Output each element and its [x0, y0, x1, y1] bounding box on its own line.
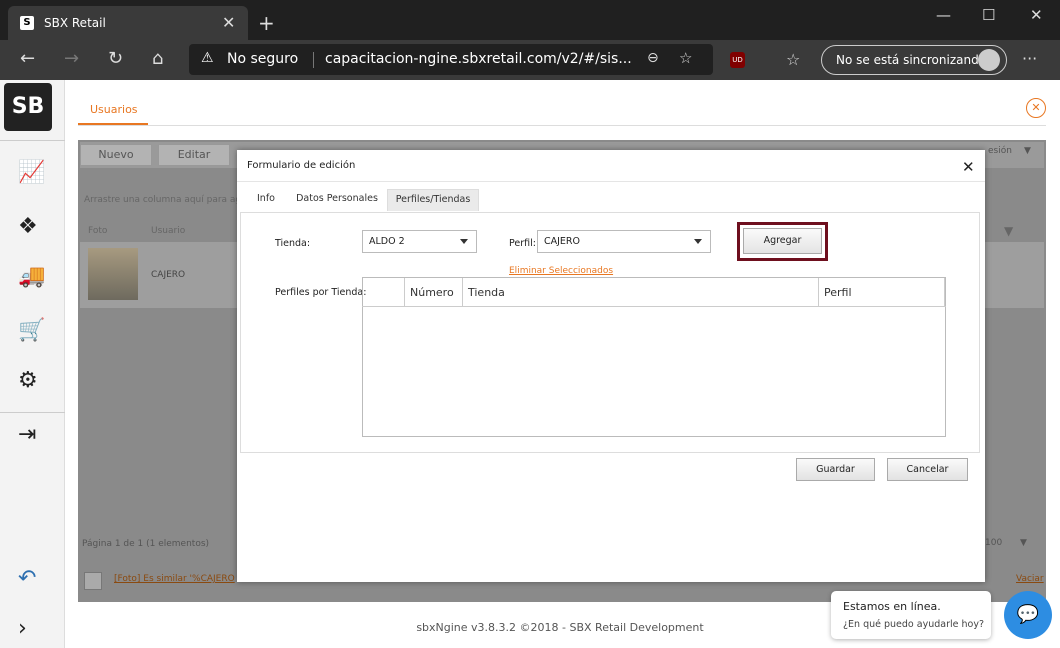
tab-close-icon[interactable]: ✕: [222, 13, 235, 32]
column-divider: [462, 278, 463, 306]
page-size-select[interactable]: 100: [985, 538, 1002, 548]
dialog-title: Formulario de edición: [247, 160, 356, 171]
tab-divider: [78, 125, 1046, 126]
maximize-icon[interactable]: ☐: [982, 6, 995, 24]
cell-usuario: CAJERO: [151, 270, 186, 280]
filter-icon[interactable]: ▼: [1004, 224, 1013, 238]
favorites-icon[interactable]: ☆: [786, 50, 800, 69]
security-label[interactable]: No seguro: [227, 51, 298, 67]
column-header-usuario[interactable]: Usuario: [151, 226, 185, 236]
chat-prompt-text: ¿En qué puedo ayudarle hoy?: [843, 619, 984, 630]
group-drag-hint: Arrastre una columna aquí para agru: [84, 195, 251, 205]
add-favorite-icon[interactable]: ☆: [679, 49, 692, 67]
tab-perfiles-tiendas[interactable]: Perfiles/Tiendas: [387, 189, 479, 211]
browser-navbar: ← → ↻ ⌂ ⚠ No seguro capacitacion-ngine.s…: [0, 40, 1060, 80]
chart-icon[interactable]: 📈: [18, 160, 45, 185]
session-label: esión: [988, 146, 1012, 156]
store-select-value: ALDO 2: [369, 236, 405, 247]
chevron-down-icon: [694, 239, 702, 244]
edit-button[interactable]: Editar: [158, 144, 230, 166]
dialog-close-icon[interactable]: ✕: [962, 158, 975, 176]
sync-profile-button[interactable]: No se está sincronizando: [821, 45, 1007, 75]
sidebar-divider: [0, 412, 65, 413]
new-tab-icon[interactable]: +: [258, 11, 275, 35]
profile-select-value: CAJERO: [544, 236, 581, 247]
profile-select[interactable]: CAJERO: [537, 230, 711, 253]
active-filter-text[interactable]: [Foto] Es similar '%CAJERO: [114, 574, 235, 584]
dialog-divider: [237, 181, 985, 182]
cancel-button[interactable]: Cancelar: [887, 458, 968, 481]
dropbox-icon[interactable]: ❖: [18, 214, 38, 239]
sbx-favicon-icon: S: [20, 16, 34, 30]
sidebar-divider: [0, 140, 65, 141]
add-button[interactable]: Agregar: [743, 228, 822, 254]
tab-datos-personales[interactable]: Datos Personales: [292, 189, 382, 211]
undo-icon[interactable]: ↶: [18, 566, 36, 591]
reload-icon[interactable]: ↻: [108, 48, 123, 69]
column-header-tienda[interactable]: Tienda: [468, 286, 505, 299]
chevron-down-icon[interactable]: ▼: [1020, 538, 1027, 548]
minimize-icon[interactable]: —: [936, 6, 951, 24]
forward-icon[interactable]: →: [64, 48, 79, 69]
filter-checkbox[interactable]: [84, 572, 102, 590]
new-button[interactable]: Nuevo: [80, 144, 152, 166]
remove-selected-link[interactable]: Eliminar Seleccionados: [509, 266, 613, 276]
store-label: Tienda:: [275, 238, 311, 249]
chat-bubble[interactable]: Estamos en línea. ¿En qué puedo ayudarle…: [831, 591, 991, 639]
window-close-icon[interactable]: ✕: [1030, 6, 1043, 24]
profiles-table-label: Perfiles por Tienda:: [275, 287, 367, 298]
profile-label: Perfil:: [509, 238, 536, 249]
logout-icon[interactable]: ⇥: [18, 422, 36, 447]
tab-info[interactable]: Info: [248, 189, 284, 211]
save-button[interactable]: Guardar: [796, 458, 875, 481]
zoom-icon[interactable]: ⊖: [647, 50, 659, 66]
sbx-logo[interactable]: SB: [4, 83, 52, 131]
address-bar[interactable]: ⚠ No seguro capacitacion-ngine.sbxretail…: [189, 44, 713, 75]
column-divider: [404, 278, 405, 306]
column-header-numero[interactable]: Número: [410, 286, 454, 299]
cart-icon[interactable]: 🛒: [18, 318, 45, 343]
browser-tab[interactable]: S SBX Retail ✕: [8, 6, 248, 40]
chat-icon[interactable]: 💬: [1004, 591, 1052, 639]
home-icon[interactable]: ⌂: [152, 48, 163, 69]
footer-text: sbxNgine v3.8.3.2 ©2018 - SBX Retail Dev…: [416, 621, 704, 634]
tab-usuarios[interactable]: Usuarios: [90, 103, 138, 116]
column-divider: [944, 278, 945, 306]
chat-status-text: Estamos en línea.: [843, 600, 941, 613]
store-select[interactable]: ALDO 2: [362, 230, 477, 253]
close-icon[interactable]: ✕: [1026, 98, 1046, 118]
column-header-foto[interactable]: Foto: [88, 226, 107, 236]
back-icon[interactable]: ←: [20, 48, 35, 69]
user-photo: [88, 248, 138, 300]
chevron-down-icon[interactable]: ▼: [1024, 146, 1031, 156]
address-divider: [313, 52, 314, 68]
clear-filter-link[interactable]: Vaciar: [1016, 574, 1044, 584]
gear-icon[interactable]: ⚙: [18, 368, 38, 393]
url-text[interactable]: capacitacion-ngine.sbxretail.com/v2/#/si…: [325, 51, 632, 67]
tab-title: SBX Retail: [44, 16, 106, 30]
ublock-extension-icon[interactable]: UD: [730, 52, 745, 68]
column-header-perfil[interactable]: Perfil: [824, 286, 852, 299]
column-divider: [818, 278, 819, 306]
sync-label: No se está sincronizando: [836, 53, 987, 67]
warning-icon: ⚠: [201, 50, 214, 66]
avatar: [978, 49, 1000, 71]
pager-info: Página 1 de 1 (1 elementos): [82, 539, 210, 549]
truck-icon[interactable]: 🚚: [18, 264, 45, 289]
chevron-down-icon: [460, 239, 468, 244]
more-menu-icon[interactable]: ···: [1022, 49, 1037, 68]
